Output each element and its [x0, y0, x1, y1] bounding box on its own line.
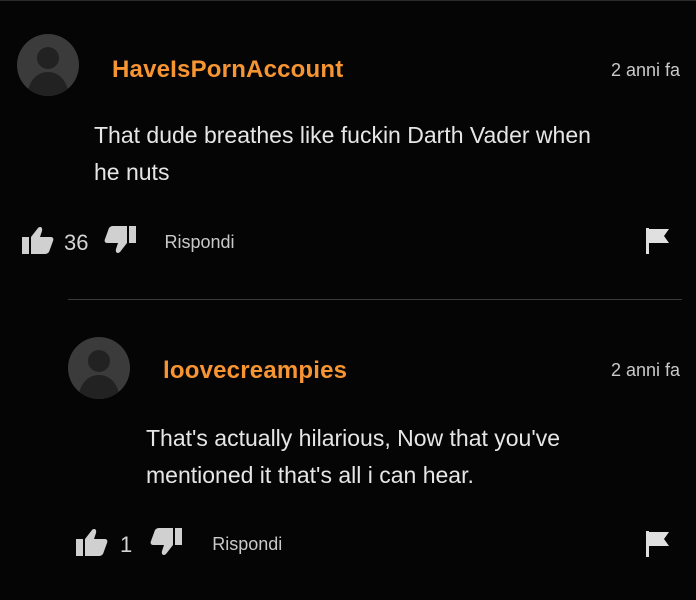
thumbs-down-icon[interactable] — [104, 226, 137, 259]
comment-text-line: he nuts — [94, 159, 170, 185]
reply-button[interactable]: Rispondi — [212, 534, 282, 555]
like-count: 1 — [120, 531, 133, 557]
reply-button[interactable]: Rispondi — [164, 232, 234, 253]
comment-actions: 1 Rispondi — [76, 528, 282, 561]
top-divider — [0, 0, 696, 1]
comment-text-line: That's actually hilarious, Now that you'… — [146, 425, 561, 451]
user-silhouette-icon — [78, 350, 120, 399]
comment-actions: 36 Rispondi — [22, 226, 235, 259]
comment-text: That's actually hilarious, Now that you'… — [146, 420, 686, 494]
avatar[interactable] — [17, 34, 79, 96]
comment-username[interactable]: loovecreampies — [163, 357, 347, 385]
like-count: 36 — [64, 229, 89, 255]
reply-divider — [68, 299, 682, 300]
flag-icon[interactable] — [646, 228, 670, 259]
comment-username[interactable]: HaveIsPornAccount — [112, 56, 343, 84]
comment-text: That dude breathes like fuckin Darth Vad… — [94, 117, 684, 191]
comment-text-line: That dude breathes like fuckin Darth Vad… — [94, 122, 591, 148]
comment-timestamp: 2 anni fa — [610, 360, 680, 380]
thumbs-down-icon[interactable] — [150, 528, 183, 561]
flag-icon[interactable] — [646, 531, 670, 562]
user-silhouette-icon — [27, 47, 69, 96]
comment-text-line: mentioned it that's all i can hear. — [146, 462, 474, 488]
comment-timestamp: 2 anni fa — [610, 60, 680, 80]
avatar[interactable] — [68, 337, 130, 399]
thumbs-up-icon[interactable] — [22, 226, 54, 259]
thumbs-up-icon[interactable] — [76, 528, 108, 561]
